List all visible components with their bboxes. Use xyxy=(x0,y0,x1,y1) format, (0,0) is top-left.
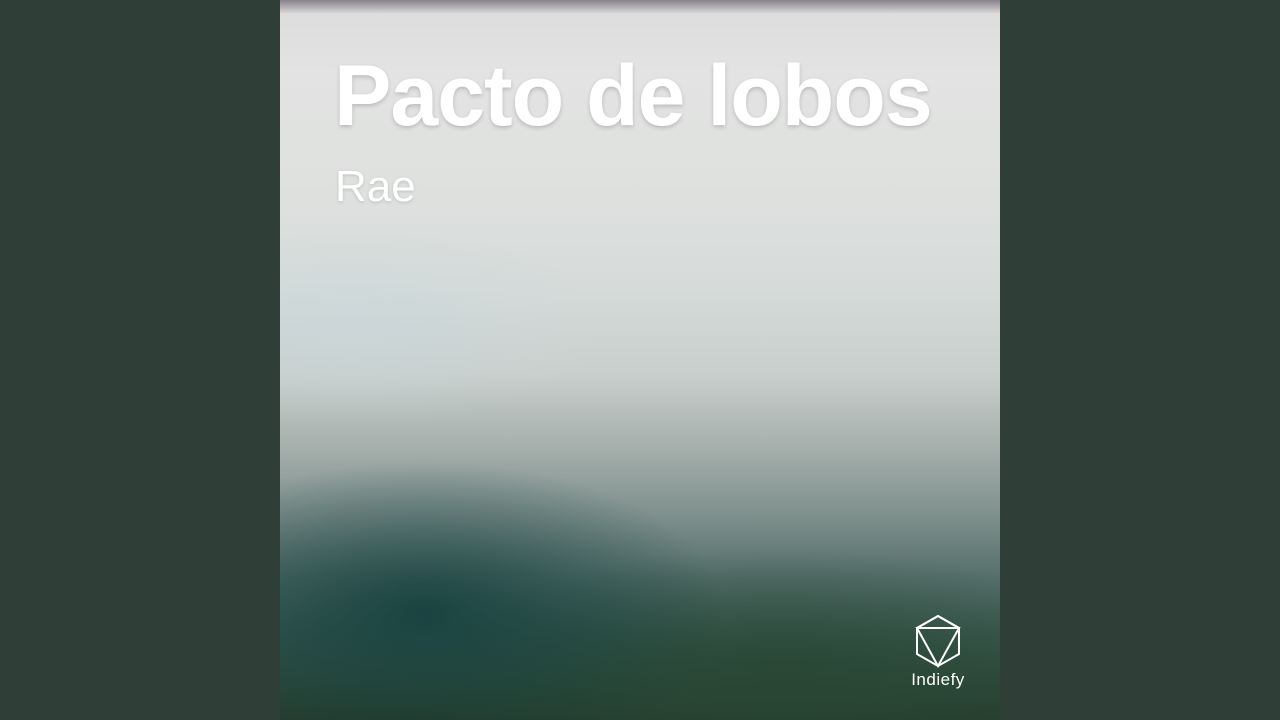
indiefy-logo-icon xyxy=(915,614,961,668)
indiefy-logo-text: Indiefy xyxy=(911,670,965,689)
album-title: Pacto de lobos xyxy=(334,48,933,144)
indiefy-logo: Indiefy xyxy=(894,614,982,698)
video-frame: Pacto de lobos Rae Indiefy xyxy=(0,0,1280,720)
album-cover: Pacto de lobos Rae Indiefy xyxy=(280,0,1000,720)
artist-name: Rae xyxy=(335,162,416,211)
